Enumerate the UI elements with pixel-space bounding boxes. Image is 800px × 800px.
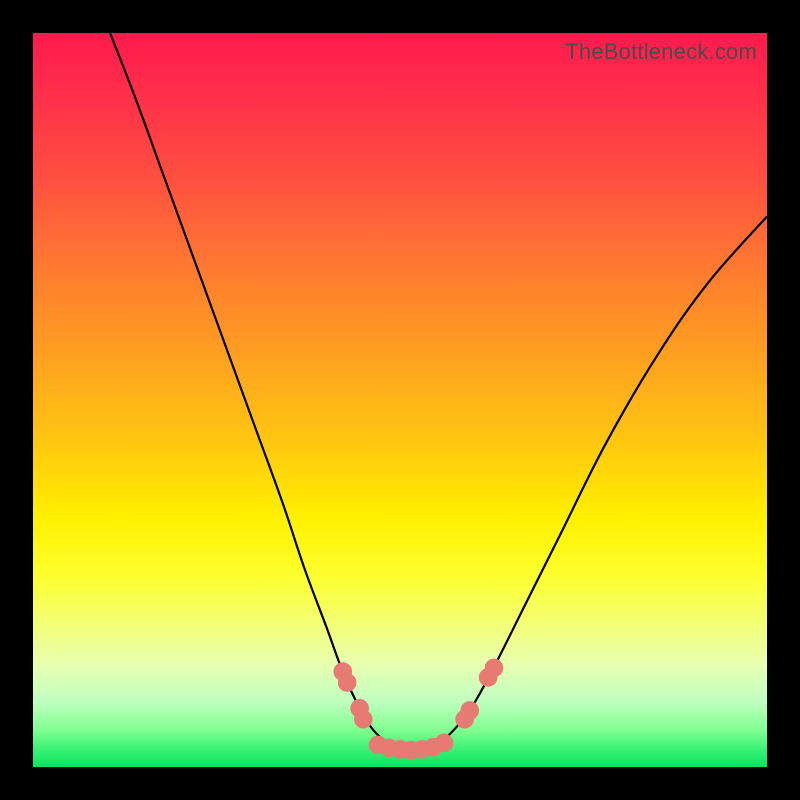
curve-marker [435,734,453,752]
curve-marker [485,659,503,677]
trough-markers [334,659,503,759]
curve-marker [338,674,356,692]
curve-marker [354,710,372,728]
curve-marker [461,702,479,720]
plot-area: TheBottleneck.com [33,33,767,767]
curve-layer [33,33,767,767]
bottleneck-curve [110,33,767,750]
chart-frame: TheBottleneck.com [0,0,800,800]
